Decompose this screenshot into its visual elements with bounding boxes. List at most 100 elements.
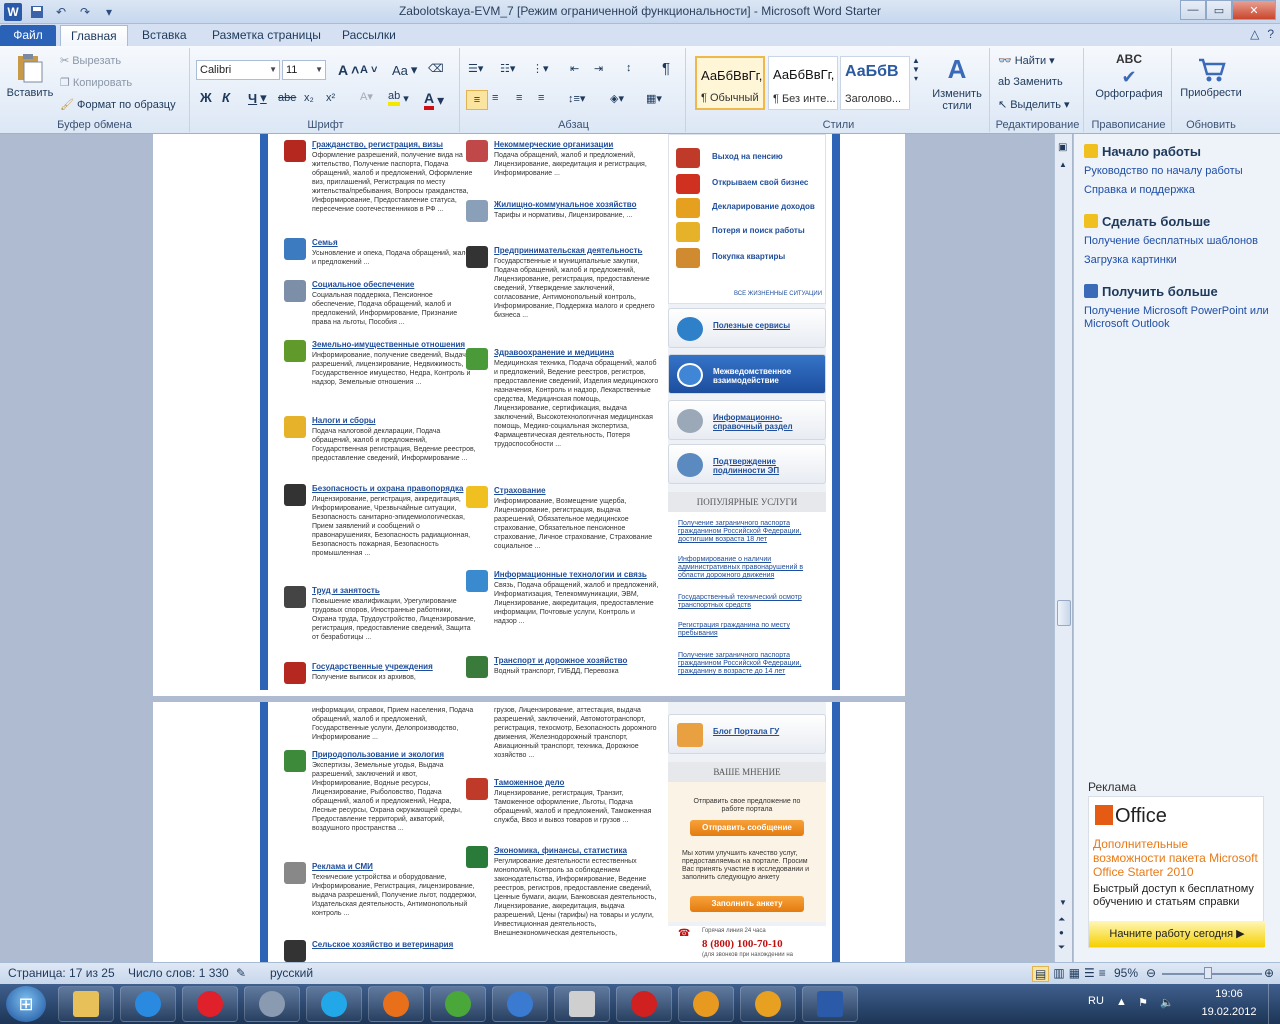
taskbar-game-button[interactable] [616, 986, 672, 1022]
bullets-icon[interactable]: ☰▾ [468, 62, 483, 75]
document-page-17[interactable]: Гражданство, регистрация, визы Оформление… [153, 134, 905, 696]
link-getting-started-guide[interactable]: Руководство по началу работы [1084, 165, 1274, 178]
tab-home[interactable]: Главная [60, 25, 128, 46]
highlight-color-icon[interactable]: ab ▾ [388, 90, 409, 106]
bold-button[interactable]: Ж [200, 90, 212, 105]
print-layout-view-icon[interactable]: ▤ [1032, 966, 1050, 982]
word-count[interactable]: Число слов: 1 330 [128, 966, 229, 980]
taskbar-camera-button[interactable] [244, 986, 300, 1022]
clear-formatting-icon[interactable]: ⌫ [428, 62, 444, 75]
underline-button[interactable]: Ч ▾ [248, 90, 267, 106]
taskbar-word-button[interactable] [802, 986, 858, 1022]
sort-icon[interactable]: ↕ [626, 62, 632, 74]
taskbar-ie-button[interactable] [120, 986, 176, 1022]
borders-icon[interactable]: ▦▾ [646, 92, 662, 105]
italic-button[interactable]: К [222, 90, 230, 105]
tab-insert[interactable]: Вставка [132, 25, 197, 46]
shrink-font-button[interactable]: A ˅ [360, 64, 377, 76]
font-size-combo[interactable]: 11 ▼ [282, 60, 326, 80]
taskbar-half-life-button[interactable] [740, 986, 796, 1022]
style-no-spacing[interactable]: АаБбВвГг, ¶ Без инте... [768, 56, 838, 110]
style-normal[interactable]: АаБбВвГг, ¶ Обычный [695, 56, 765, 110]
taskbar-disc-button[interactable] [678, 986, 734, 1022]
help-icon[interactable]: ? [1267, 27, 1274, 41]
scroll-up-button[interactable]: ▲ [1059, 160, 1067, 169]
office-ad[interactable]: Office Дополнительные возможности пакета… [1088, 796, 1265, 948]
start-button[interactable]: ⊞ [6, 986, 46, 1022]
cut-button[interactable]: ✂ Вырезать [60, 54, 121, 68]
clock-date[interactable]: 19.02.2012 [1192, 1006, 1266, 1018]
tray-expand-icon[interactable]: ▲ [1116, 996, 1127, 1008]
draft-view-icon[interactable]: ≡ [1099, 966, 1106, 982]
link-help-support[interactable]: Справка и поддержка [1084, 184, 1274, 197]
subscript-button[interactable]: x₂ [304, 92, 314, 104]
clock-time[interactable]: 19:06 [1204, 988, 1254, 1000]
network-icon[interactable]: ⚑ [1138, 996, 1148, 1009]
link-get-powerpoint-outlook[interactable]: Получение Microsoft PowerPoint или Micro… [1084, 305, 1274, 331]
taskbar-utorrent-button[interactable] [430, 986, 486, 1022]
align-center-icon[interactable]: ≡ [492, 92, 498, 104]
spelling-button[interactable]: ABC ✔ Орфография [1090, 52, 1168, 100]
strikethrough-button[interactable]: abe [278, 92, 296, 104]
next-page-icon[interactable]: ⏷ [1058, 942, 1065, 953]
tab-page-layout[interactable]: Разметка страницы [202, 25, 331, 46]
prev-page-icon[interactable]: ⏶ [1058, 914, 1065, 925]
link-free-templates[interactable]: Получение бесплатных шаблонов [1084, 235, 1274, 248]
taskbar-music-button[interactable] [492, 986, 548, 1022]
outline-view-icon[interactable]: ☰ [1084, 966, 1095, 982]
numbering-icon[interactable]: ☷▾ [500, 62, 515, 75]
tab-mailings[interactable]: Рассылки [332, 25, 406, 46]
document-page-18[interactable]: информации, справок, Прием населения, По… [153, 702, 905, 962]
purchase-button[interactable]: Приобрести [1176, 52, 1246, 99]
replace-button[interactable]: ab Заменить [998, 76, 1063, 88]
taskbar-firefox-button[interactable] [368, 986, 424, 1022]
style-heading[interactable]: АаБбВ Заголово... [840, 56, 910, 110]
zoom-out-button[interactable]: ⊖ [1146, 966, 1156, 980]
taskbar-skype-button[interactable] [306, 986, 362, 1022]
font-name-combo[interactable]: Calibri ▼ [196, 60, 280, 80]
full-screen-view-icon[interactable]: ▥ [1053, 966, 1064, 982]
tab-file[interactable]: Файл [0, 25, 56, 46]
document-area[interactable]: Гражданство, регистрация, визы Оформление… [0, 134, 1072, 962]
format-painter-button[interactable]: 🖌 Формат по образцу [60, 98, 176, 112]
close-button[interactable]: ✕ [1232, 0, 1276, 20]
taskbar-opera-button[interactable] [182, 986, 238, 1022]
start-today-button[interactable]: Начните работу сегодня ▶ [1089, 921, 1265, 947]
align-left-icon[interactable]: ≡ [466, 90, 488, 110]
paste-button[interactable]: Вставить [6, 52, 54, 99]
change-case-button[interactable]: Aa ▾ [392, 62, 417, 78]
minimize-button[interactable]: — [1180, 0, 1206, 20]
taskbar-explorer-button[interactable] [58, 986, 114, 1022]
vertical-scrollbar[interactable]: ▣ ▲ ▼ ⏶ ● ⏷ [1054, 134, 1072, 962]
taskbar-microsoft-button[interactable] [554, 986, 610, 1022]
volume-icon[interactable]: 🔈 [1160, 996, 1174, 1009]
change-styles-button[interactable]: A Изменить стили [928, 54, 986, 112]
language-indicator[interactable]: русский [270, 966, 313, 980]
zoom-in-button[interactable]: ⊕ [1264, 966, 1274, 980]
ribbon-minimize-icon[interactable]: △ [1250, 27, 1259, 41]
page-counter[interactable]: Страница: 17 из 25 [8, 966, 115, 980]
show-desktop-button[interactable] [1268, 984, 1280, 1024]
decrease-indent-icon[interactable]: ⇤ [570, 62, 579, 75]
web-layout-view-icon[interactable]: ▦ [1069, 966, 1080, 982]
input-language[interactable]: RU [1088, 995, 1104, 1007]
scrollbar-thumb[interactable] [1057, 600, 1071, 626]
link-download-clipart[interactable]: Загрузка картинки [1084, 254, 1274, 267]
copy-button[interactable]: ❐ Копировать [60, 76, 132, 90]
zoom-slider[interactable] [1162, 973, 1262, 975]
line-spacing-icon[interactable]: ↕≡▾ [568, 92, 585, 105]
text-effects-icon[interactable]: A▾ [360, 90, 373, 103]
select-button[interactable]: ↖ Выделить ▾ [998, 98, 1070, 112]
spellcheck-icon[interactable]: ✎ [236, 966, 246, 980]
superscript-button[interactable]: x² [326, 92, 335, 104]
zoom-slider-thumb[interactable] [1204, 967, 1212, 979]
scroll-down-button[interactable]: ▼ [1059, 898, 1067, 907]
ruler-toggle-icon[interactable]: ▣ [1058, 142, 1067, 153]
shading-icon[interactable]: ◈▾ [610, 92, 624, 105]
align-right-icon[interactable]: ≡ [516, 92, 522, 104]
grow-font-button[interactable]: A ˄ [338, 62, 359, 78]
zoom-level[interactable]: 95% [1114, 966, 1138, 980]
increase-indent-icon[interactable]: ⇥ [594, 62, 603, 75]
pilcrow-icon[interactable]: ¶ [662, 60, 670, 77]
styles-scroll[interactable]: ▲ ▼ ▾ [912, 56, 920, 83]
